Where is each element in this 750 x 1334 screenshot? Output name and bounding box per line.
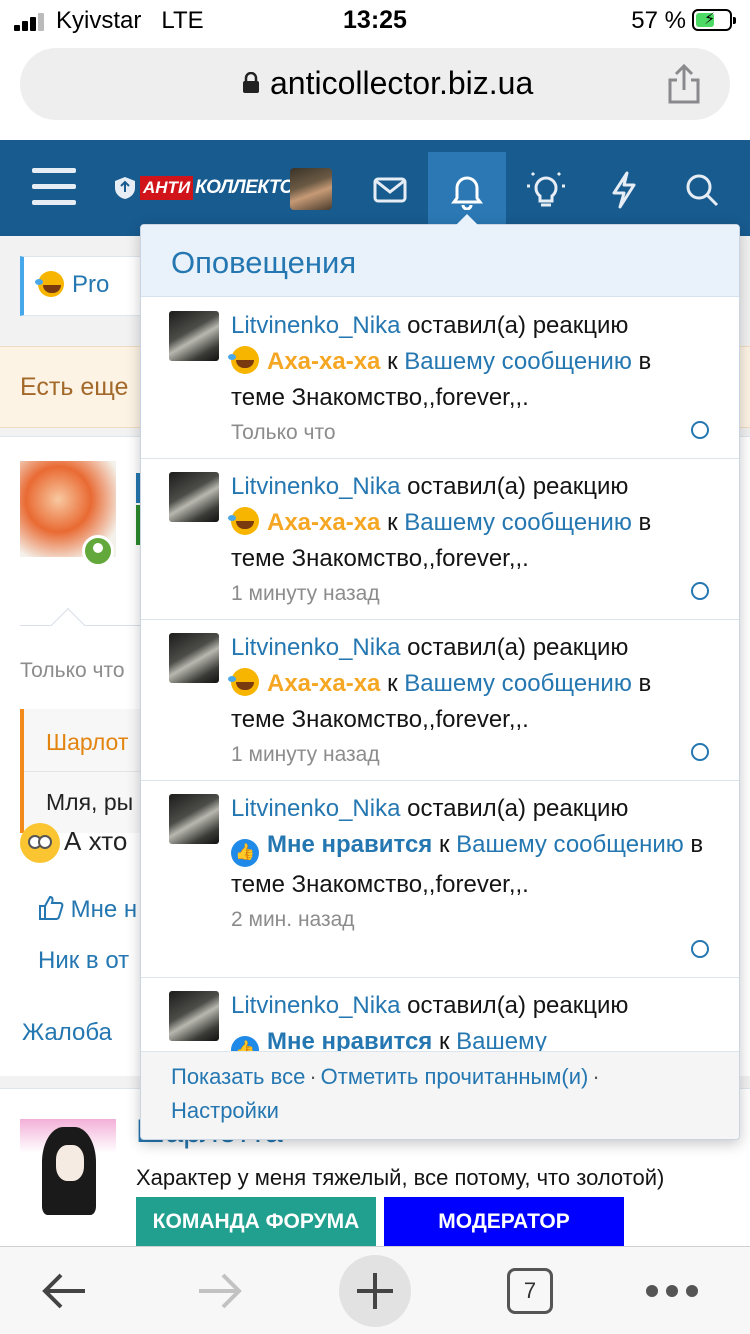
like-emoji-icon: 👍	[231, 1036, 259, 1051]
laugh-emoji-icon	[228, 507, 259, 535]
notifications-list: Litvinenko_Nika оставил(а) реакцию Аха-х…	[141, 298, 739, 1051]
team-badge: КОМАНДА ФОРУМА	[136, 1197, 376, 1247]
notification-text: Litvinenko_Nika оставил(а) реакцию 👍 Мне …	[231, 988, 711, 1051]
shield-icon	[115, 177, 135, 199]
lock-icon	[243, 72, 259, 93]
mark-read-toggle[interactable]	[691, 743, 709, 761]
notification-text: Litvinenko_Nika оставил(а) реакцию Аха-х…	[228, 630, 711, 770]
reaction-name: Мне нравится	[267, 831, 433, 858]
lightbulb-icon[interactable]	[516, 160, 576, 220]
laugh-emoji-icon	[228, 668, 259, 696]
notification-text: Litvinenko_Nika оставил(а) реакцию Аха-х…	[228, 469, 711, 609]
notification-item[interactable]: Litvinenko_Nika оставил(а) реакцию Аха-х…	[141, 459, 739, 620]
tabs-icon[interactable]: 7	[494, 1255, 566, 1327]
eye-roll-emoji-icon	[20, 823, 60, 863]
settings-link[interactable]: Настройки	[171, 1098, 279, 1124]
browser-toolbar: 7	[0, 1246, 750, 1334]
avatar[interactable]	[169, 991, 219, 1041]
nick-link[interactable]: Ник в от	[38, 947, 129, 975]
notification-text: Litvinenko_Nika оставил(а) реакцию Аха-х…	[228, 308, 711, 448]
user-tagline: Характер у меня тяжелый, все потому, что…	[136, 1165, 665, 1190]
avatar[interactable]	[169, 633, 219, 683]
reaction-name: Аха-ха-ха	[267, 348, 381, 375]
share-icon[interactable]	[664, 62, 704, 106]
notifications-footer: Показать все · Отметить прочитанным(и) · На…	[141, 1051, 739, 1139]
notification-time: 1 минуту назад	[231, 743, 380, 766]
forward-arrow-icon[interactable]	[184, 1255, 256, 1327]
online-status-icon	[82, 535, 114, 567]
quote-author[interactable]: Шарлот	[46, 729, 128, 756]
site-logo[interactable]: АНТИ КОЛЛЕКТОР	[114, 174, 307, 202]
footer-links: Показать все · Отметить прочитанным(и) ·	[171, 1064, 600, 1089]
notification-user[interactable]: Litvinenko_Nika	[231, 795, 400, 822]
reaction-name: Аха-ха-ха	[267, 509, 381, 536]
mark-read-toggle[interactable]	[691, 940, 709, 958]
mark-read-link[interactable]: Отметить прочитанным(и)	[321, 1064, 589, 1089]
notification-time: Только что	[231, 421, 336, 444]
show-all-link[interactable]: Показать все	[171, 1064, 305, 1089]
like-emoji-icon: 👍	[231, 839, 259, 867]
reaction-name: Мне нравится	[267, 1028, 433, 1051]
avatar[interactable]	[169, 472, 219, 522]
message-link[interactable]: Вашему	[456, 1028, 547, 1051]
thumbs-up-icon	[39, 895, 64, 920]
thread-chip-label: Pro	[35, 271, 109, 299]
logo-text-red: АНТИ	[140, 176, 194, 200]
message-link[interactable]: Вашему сообщению	[456, 831, 684, 858]
back-arrow-icon[interactable]	[28, 1255, 100, 1327]
notifications-popup: Оповещения Litvinenko_Nika оставил(а) ре…	[140, 224, 740, 1140]
site-header: АНТИ КОЛЛЕКТОР	[0, 140, 750, 236]
notification-time: 2 мин. назад	[231, 908, 355, 931]
notice-text: Есть еще	[20, 373, 129, 401]
avatar[interactable]	[20, 1119, 116, 1215]
post-body: А хто	[20, 823, 127, 863]
battery-icon: ⚡	[692, 9, 736, 31]
notification-user[interactable]: Litvinenko_Nika	[231, 992, 400, 1019]
message-link[interactable]: Вашему сообщению	[404, 509, 632, 536]
menu-icon[interactable]	[32, 168, 76, 206]
tabs-count: 7	[507, 1268, 553, 1314]
like-button[interactable]: Мне н	[38, 895, 137, 924]
message-link[interactable]: Вашему сообщению	[404, 670, 632, 697]
mark-read-toggle[interactable]	[691, 582, 709, 600]
post-time: Только что	[20, 659, 125, 682]
notification-user[interactable]: Litvinenko_Nika	[231, 634, 400, 661]
notification-item[interactable]: Litvinenko_Nika оставил(а) реакцию 👍 Мне …	[141, 978, 739, 1051]
moderator-badge: МОДЕРАТОР	[384, 1197, 624, 1247]
new-tab-plus-icon[interactable]	[339, 1255, 411, 1327]
more-dots-icon[interactable]	[636, 1255, 708, 1327]
status-bar: Kyivstar LTE 13:25 57 % ⚡	[0, 0, 750, 40]
user-avatar[interactable]	[290, 168, 332, 210]
mail-icon[interactable]	[360, 160, 420, 220]
post-pointer	[51, 608, 85, 642]
laugh-emoji-icon	[228, 346, 259, 374]
charging-bolt-icon: ⚡	[704, 11, 716, 28]
message-link[interactable]: Вашему сообщению	[404, 348, 632, 375]
notifications-title: Оповещения	[171, 245, 357, 280]
search-icon[interactable]	[672, 160, 732, 220]
notification-item[interactable]: Litvinenko_Nika оставил(а) реакцию 👍 Мне …	[141, 781, 739, 978]
popup-caret	[455, 214, 479, 226]
notification-user[interactable]: Litvinenko_Nika	[231, 473, 400, 500]
avatar[interactable]	[169, 311, 219, 361]
notification-item[interactable]: Litvinenko_Nika оставил(а) реакцию Аха-х…	[141, 620, 739, 781]
reaction-name: Аха-ха-ха	[267, 670, 381, 697]
avatar[interactable]	[169, 794, 219, 844]
mark-read-toggle[interactable]	[691, 421, 709, 439]
notification-user[interactable]: Litvinenko_Nika	[231, 312, 400, 339]
notification-text: Litvinenko_Nika оставил(а) реакцию 👍 Мне …	[231, 791, 711, 935]
url-text: anticollector.biz.ua	[270, 65, 534, 101]
quote-text: Мля, ры	[46, 789, 134, 815]
address-bar[interactable]: anticollector.biz.ua	[20, 48, 730, 120]
notification-time: 1 минуту назад	[231, 582, 380, 605]
battery-percent: 57 %	[631, 7, 686, 34]
lightning-icon[interactable]	[594, 160, 654, 220]
bell-icon	[451, 176, 483, 210]
notifications-header: Оповещения	[141, 225, 739, 297]
report-link[interactable]: Жалоба	[22, 1019, 112, 1047]
notification-item[interactable]: Litvinenko_Nika оставил(а) реакцию Аха-х…	[141, 298, 739, 459]
